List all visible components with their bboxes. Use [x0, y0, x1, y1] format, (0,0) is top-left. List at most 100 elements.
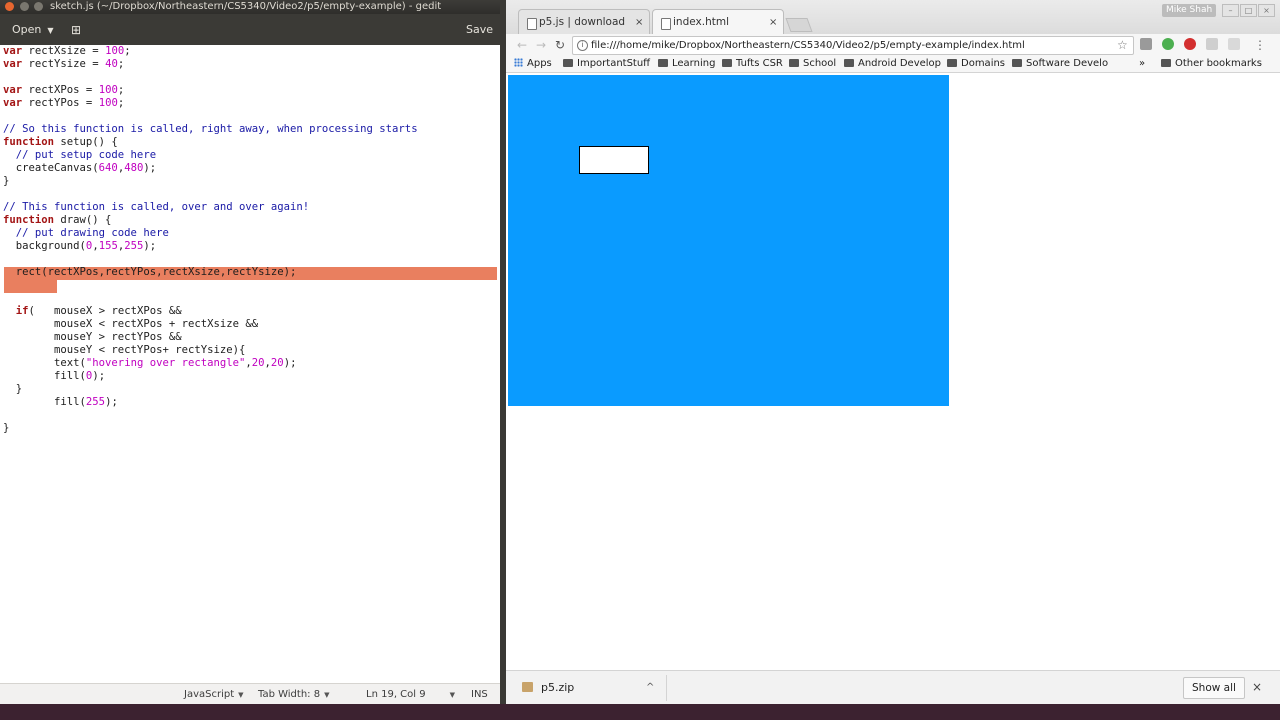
folder-icon — [844, 59, 854, 67]
code-line[interactable]: mouseY < rectYPos+ rectYsize){ — [3, 344, 245, 357]
show-all-button[interactable]: Show all — [1183, 677, 1245, 699]
tab-strip: p5.js | download × index.html × Mike Sha… — [506, 0, 1280, 35]
code-line[interactable]: function setup() { — [3, 136, 118, 149]
gedit-window: sketch.js (~/Dropbox/Northeastern/CS5340… — [0, 0, 501, 705]
cursor-position-selector[interactable]: Ln 19, Col 9 ▼ — [366, 684, 455, 706]
new-document-icon[interactable]: ⊞ — [66, 20, 86, 40]
gedit-titlebar[interactable]: sketch.js (~/Dropbox/Northeastern/CS5340… — [0, 0, 500, 14]
code-line[interactable]: var rectYPos = 100; — [3, 97, 124, 110]
chevron-down-icon: ▼ — [324, 691, 330, 699]
back-icon[interactable]: ← — [514, 37, 530, 53]
save-button[interactable]: Save — [458, 20, 501, 40]
minimize-icon[interactable]: – — [1222, 4, 1239, 17]
star-icon[interactable]: ☆ — [1117, 37, 1128, 54]
maximize-icon[interactable]: □ — [1240, 4, 1257, 17]
code-line[interactable]: var rectXsize = 100; — [3, 45, 131, 58]
extension-icon[interactable] — [1228, 38, 1240, 50]
archive-icon — [522, 682, 533, 692]
folder-icon — [789, 59, 799, 67]
bookmark-label: Software Develo — [1026, 58, 1109, 69]
code-line[interactable]: } — [3, 422, 9, 435]
extension-icon[interactable] — [1140, 38, 1152, 50]
close-icon[interactable]: × — [1258, 4, 1275, 17]
code-line[interactable]: function draw() { — [3, 214, 111, 227]
code-line[interactable]: // So this function is called, right awa… — [3, 123, 418, 136]
close-icon[interactable]: × — [1250, 677, 1264, 697]
code-line[interactable]: createCanvas(640,480); — [3, 162, 156, 175]
insert-mode-label[interactable]: INS — [471, 684, 488, 705]
bookmarks-bar: Apps ImportantStuff Learning Tufts CSR S… — [506, 56, 1280, 73]
bookmark-label: ImportantStuff — [577, 58, 651, 69]
download-item[interactable]: p5.zip — [522, 679, 574, 697]
close-icon[interactable]: × — [635, 10, 643, 35]
info-icon[interactable]: i — [577, 40, 588, 51]
language-selector[interactable]: JavaScript ▼ — [184, 684, 244, 706]
cursor-position-label: Ln 19, Col 9 — [366, 689, 426, 700]
menu-icon[interactable]: ⋮ — [1254, 37, 1266, 53]
bookmark-folder[interactable]: Tufts CSR — [722, 56, 783, 72]
bookmark-label: Tufts CSR — [736, 58, 783, 69]
tab-width-label: Tab Width: 8 — [258, 689, 321, 700]
close-icon[interactable] — [5, 2, 14, 11]
bookmark-folder[interactable]: ImportantStuff — [563, 56, 650, 72]
bookmark-folder[interactable]: Domains — [947, 56, 1005, 72]
window-title: sketch.js (~/Dropbox/Northeastern/CS5340… — [50, 1, 442, 12]
tab-label: p5.js | download — [539, 16, 626, 28]
chevron-down-icon: ▼ — [47, 26, 54, 35]
bookmark-apps[interactable]: Apps — [514, 56, 552, 72]
more-bookmarks-icon[interactable]: » — [1139, 56, 1145, 72]
other-bookmarks[interactable]: Other bookmarks — [1161, 56, 1262, 72]
code-line[interactable]: } — [3, 383, 22, 396]
divider — [666, 675, 667, 701]
code-line[interactable]: mouseX < rectXPos + rectXsize && — [3, 318, 258, 331]
tab-width-selector[interactable]: Tab Width: 8 ▼ — [258, 684, 329, 706]
code-line[interactable]: if( mouseX > rectXPos && — [3, 305, 182, 318]
open-button[interactable]: Open ▼ — [4, 20, 62, 40]
bookmark-folder[interactable]: Learning — [658, 56, 715, 72]
tab-p5js-download[interactable]: p5.js | download × — [518, 9, 650, 35]
extension-icon[interactable] — [1206, 38, 1218, 50]
code-line[interactable]: text("hovering over rectangle",20,20); — [3, 357, 296, 370]
chevron-down-icon: ▼ — [449, 691, 455, 699]
code-line[interactable]: // put setup code here — [3, 149, 156, 162]
page-content — [506, 73, 1280, 670]
bookmark-folder[interactable]: School — [789, 56, 836, 72]
adblock-icon[interactable] — [1184, 38, 1196, 50]
code-line[interactable]: var rectYsize = 40; — [3, 58, 124, 71]
maximize-icon[interactable] — [34, 2, 43, 11]
code-line[interactable]: var rectXPos = 100; — [3, 84, 124, 97]
p5-canvas[interactable] — [508, 75, 949, 406]
folder-icon — [1012, 59, 1022, 67]
reload-icon[interactable]: ↻ — [552, 37, 568, 53]
bookmark-folder[interactable]: Android Develop — [844, 56, 941, 72]
code-line[interactable]: mouseY > rectYPos && — [3, 331, 182, 344]
bookmark-folder[interactable]: Software Develo — [1012, 56, 1108, 72]
code-editor[interactable]: var rectXsize = 100; var rectYsize = 40; v… — [0, 45, 500, 683]
forward-icon[interactable]: → — [533, 37, 549, 53]
url-text[interactable]: file:///home/mike/Dropbox/Northeastern/C… — [591, 37, 1025, 54]
folder-icon — [658, 59, 668, 67]
minimize-icon[interactable] — [20, 2, 29, 11]
chevron-up-icon[interactable]: ^ — [646, 679, 654, 697]
code-line[interactable]: fill(255); — [3, 396, 118, 409]
folder-icon — [947, 59, 957, 67]
close-icon[interactable]: × — [769, 10, 777, 35]
page-icon — [661, 18, 671, 30]
code-line[interactable]: background(0,155,255); — [3, 240, 156, 253]
page-icon — [527, 18, 537, 30]
gedit-statusbar: JavaScript ▼ Tab Width: 8 ▼ Ln 19, Col 9 ▼ … — [0, 683, 500, 705]
profile-button[interactable]: Mike Shah — [1162, 4, 1217, 17]
extension-new-icon[interactable] — [1162, 38, 1174, 50]
drawn-rectangle — [579, 146, 649, 174]
new-tab-button[interactable] — [785, 18, 813, 32]
address-bar[interactable]: i file:///home/mike/Dropbox/Northeastern… — [572, 36, 1134, 55]
code-line[interactable]: fill(0); — [3, 370, 105, 383]
code-line[interactable]: } — [3, 175, 9, 188]
folder-icon — [722, 59, 732, 67]
tab-label: index.html — [673, 16, 729, 28]
code-line[interactable]: // This function is called, over and ove… — [3, 201, 309, 214]
bookmark-label: Learning — [672, 58, 716, 69]
tab-index-html[interactable]: index.html × — [652, 9, 784, 35]
code-line[interactable]: // put drawing code here — [3, 227, 169, 240]
code-line[interactable]: rect(rectXPos,rectYPos,rectXsize,rectYsi… — [3, 266, 297, 279]
